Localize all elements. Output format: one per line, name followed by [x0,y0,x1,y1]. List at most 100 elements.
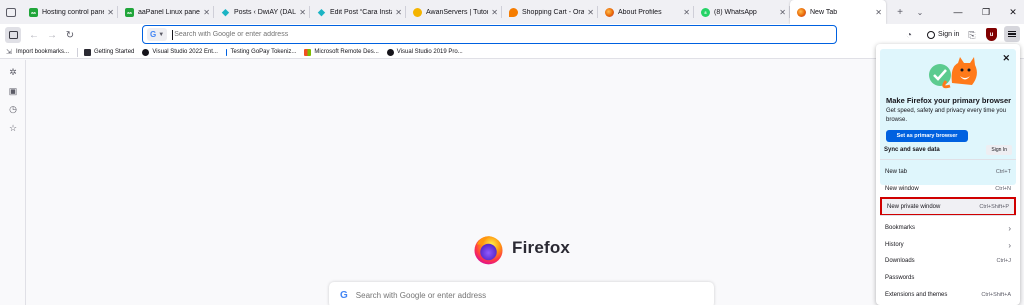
menu-item-passwords[interactable]: Passwords [880,270,1016,286]
aapanel-icon: aa [29,7,38,17]
restore-button[interactable]: ❐ [973,0,999,24]
history-icon[interactable]: ◷ [8,104,18,114]
bookmark-item[interactable]: Microsoft Remote Des... [304,48,379,56]
minimize-button[interactable]: — [945,0,971,24]
github-icon [386,48,394,56]
menu-item-new-private-window[interactable]: New private window Ctrl+Shift+P [880,197,1016,216]
url-bar[interactable]: G ▼ [142,25,837,44]
menu-item-label: New tab [885,169,908,175]
menu-item-shortcut: Ctrl+N [995,186,1011,192]
reload-button[interactable]: ↻ [62,27,78,43]
tab[interactable]: ◆ Edit Post “Cara Install A ✕ [310,0,406,24]
tab[interactable]: aa Hosting control panel - ✕ [22,0,118,24]
ublock-icon[interactable]: u [986,28,997,41]
close-window-button[interactable]: ✕ [1000,0,1024,24]
tab-overview-button[interactable] [0,0,22,24]
menu-item-label: Extensions and themes [885,292,948,298]
menu-item-extensions-themes[interactable]: Extensions and themes Ctrl+Shift+A [880,287,1016,303]
close-icon[interactable]: ✕ [683,8,690,17]
extensions-icon[interactable]: ⎘ [964,27,980,43]
close-icon[interactable]: ✕ [491,8,498,17]
chevron-right-icon: › [1008,223,1011,233]
bookmark-label: Visual Studio 2019 Pro... [396,49,463,55]
bookmark-item[interactable]: Visual Studio 2019 Pro... [386,48,463,56]
tab[interactable]: AwanServers | Tutorial ✕ [406,0,502,24]
menu-item-downloads[interactable]: Downloads Ctrl+J [880,253,1016,269]
menu-item-label: Downloads [885,258,915,264]
new-tab-button[interactable]: + [890,0,910,24]
menu-item-bookmarks[interactable]: Bookmarks › [880,220,1016,236]
menu-item-shortcut: Ctrl+Shift+A [981,292,1011,298]
sign-in-button[interactable]: Sign in [923,27,963,42]
tab-title: Shopping Cart - Orang [522,8,585,16]
close-icon[interactable]: ✕ [779,8,786,17]
tab-title: About Profiles [618,8,662,16]
account-icon [927,30,935,39]
bookmark-item[interactable]: Testing GoPay Tokeniz... [225,48,297,56]
close-icon[interactable]: ✕ [1002,53,1010,64]
chevron-down-icon: ▼ [158,31,165,38]
menu-item-new-window[interactable]: New window Ctrl+N [880,181,1016,197]
promo-description: Get speed, safety and privacy every time… [886,108,1007,123]
tab[interactable]: 8 (8) WhatsApp ✕ [694,0,790,24]
bookmarks-toolbar: ⇲ Import bookmarks... Getting Started Vi… [0,46,1024,59]
ai-chatbot-icon[interactable]: ✲ [8,67,18,77]
close-icon[interactable]: ✕ [587,8,594,17]
bookmark-label: Getting Started [94,49,135,55]
bookmark-label: Testing GoPay Tokeniz... [230,49,297,55]
newtab-search-input[interactable] [355,290,676,300]
diamond-icon: ◆ [222,6,229,17]
sync-label: Sync and save data [884,146,940,153]
tab[interactable]: Shopping Cart - Orang ✕ [502,0,598,24]
close-icon[interactable]: ✕ [107,8,114,17]
tab[interactable]: aa aaPanel Linux panel - I ✕ [118,0,214,24]
tab[interactable]: About Profiles ✕ [598,0,694,24]
tab-title: (8) WhatsApp [714,8,757,16]
menu-item-new-tab[interactable]: New tab Ctrl+T [880,164,1016,180]
bookmarks-icon[interactable]: ☆ [8,123,18,133]
sidebar-toggle-button[interactable] [5,27,21,43]
google-icon: G [340,289,348,301]
bookmark-label: Import bookmarks... [16,49,70,55]
shield-icon[interactable]: ◔ [901,27,917,43]
list-all-tabs-button[interactable]: ⌄ [910,0,930,24]
close-icon[interactable]: ✕ [299,8,306,17]
newtab-search-box[interactable]: G [329,282,714,305]
bookmark-item[interactable]: Visual Studio 2022 Ent... [142,48,218,56]
tab-title: New Tab [810,8,838,16]
url-input[interactable] [174,31,775,38]
menu-item-label: New private window [887,203,941,210]
bookmark-item[interactable]: ⇲ Import bookmarks... [6,49,69,56]
forward-button[interactable]: → [44,27,60,43]
tab-title: aaPanel Linux panel - I [138,8,201,16]
menu-divider [880,215,1016,216]
app-menu-panel: ✕ Make Firefox your primary browser Get … [876,44,1020,305]
close-icon[interactable]: ✕ [875,8,882,17]
tab-title: AwanServers | Tutorial [426,8,488,16]
search-engine-selector[interactable]: G ▼ [147,28,168,41]
close-icon[interactable]: ✕ [203,8,210,17]
github-icon [142,48,150,56]
synced-tabs-icon[interactable]: ▣ [8,86,18,96]
sign-in-label: Sign in [938,31,960,38]
awan-icon [413,7,422,17]
close-icon[interactable]: ✕ [395,8,402,17]
aapanel-icon: aa [125,7,134,17]
bookmark-separator [77,47,79,57]
tab-title: Edit Post “Cara Install A [330,8,392,16]
bookmark-item[interactable]: Getting Started [84,48,135,56]
tab[interactable]: ◆ Posts ‹ DwiAY (DAL180 ✕ [214,0,310,24]
back-button[interactable]: ← [26,27,42,43]
sidebar-icon [8,31,18,39]
tab-active[interactable]: New Tab ✕ [790,0,886,24]
menu-item-label: Passwords [885,275,915,281]
menu-item-history[interactable]: History › [880,237,1016,253]
tab-title: Hosting control panel - [42,8,104,16]
sync-sign-in-button[interactable]: Sign In [986,144,1012,155]
app-menu-button[interactable] [1004,26,1020,42]
menu-item-shortcut: Ctrl+T [995,169,1011,175]
tab-list: aa Hosting control panel - ✕ aa aaPanel … [22,0,886,24]
promo-heading: Make Firefox your primary browser [886,96,1012,105]
sidebar: ✲ ▣ ◷ ☆ [0,60,26,305]
menu-line [1008,30,1016,32]
